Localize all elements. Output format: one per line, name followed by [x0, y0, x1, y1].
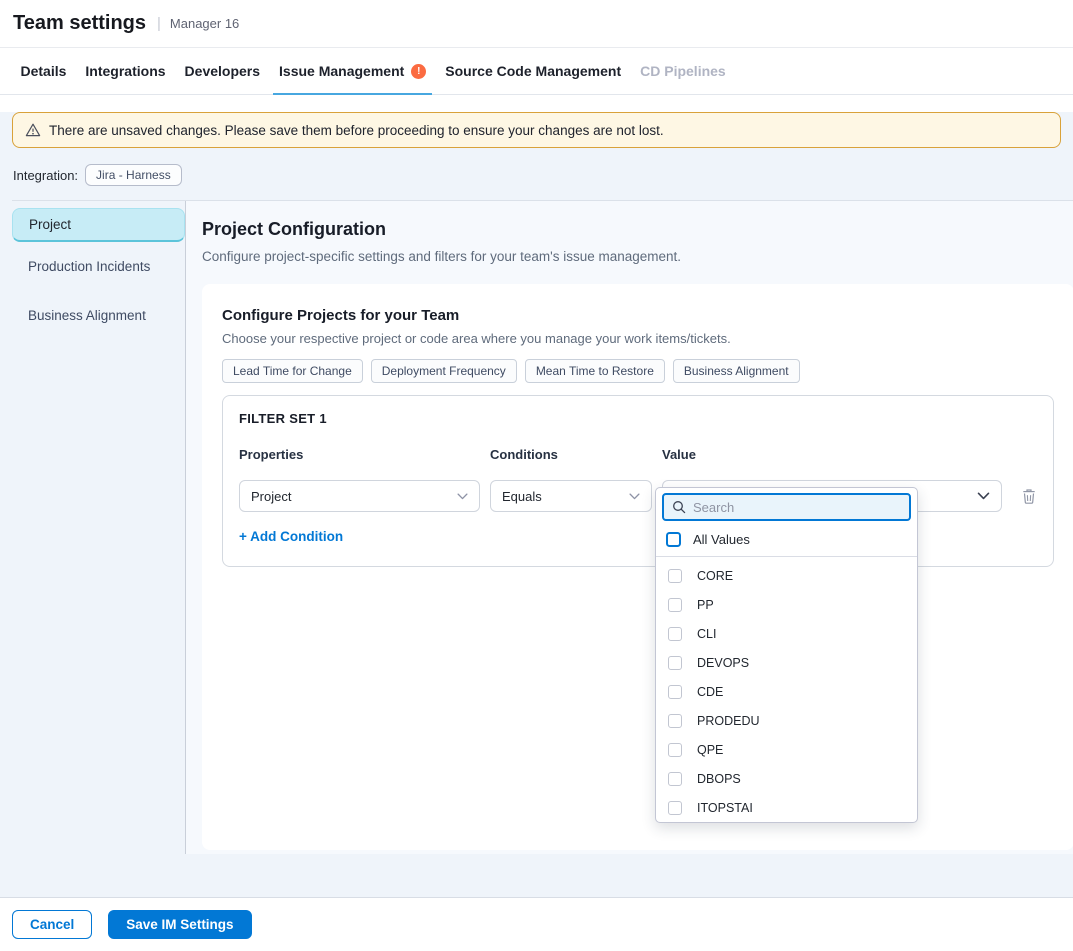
option-checkbox[interactable] — [668, 772, 682, 786]
tab-developers[interactable]: Developers — [179, 48, 266, 94]
filter-column-headers: Properties Conditions Value — [239, 447, 1037, 462]
warning-message: There are unsaved changes. Please save t… — [49, 123, 664, 138]
option-qpe[interactable]: QPE — [656, 735, 917, 764]
configure-projects-card: Configure Projects for your Team Choose … — [202, 284, 1073, 850]
option-checkbox[interactable] — [668, 714, 682, 728]
option-pipe[interactable]: PIPE — [656, 822, 917, 823]
unsaved-changes-banner: There are unsaved changes. Please save t… — [12, 112, 1061, 148]
column-header-value: Value — [662, 447, 1002, 462]
option-prodedu[interactable]: PRODEDU — [656, 706, 917, 735]
sidebar-item-production-incidents[interactable]: Production Incidents — [12, 242, 185, 291]
tab-issue-management[interactable]: Issue Management ! — [273, 48, 432, 94]
option-all-values[interactable]: All Values — [656, 526, 917, 557]
integration-label: Integration: — [13, 168, 78, 183]
section-title: Project Configuration — [202, 219, 1073, 240]
card-subtitle: Choose your respective project or code a… — [222, 331, 1054, 346]
value-dropdown-panel: All Values CORE PP CLI DEVOPS CDE PRODED… — [655, 487, 918, 823]
option-checkbox[interactable] — [668, 656, 682, 670]
conditions-select[interactable]: Equals — [490, 480, 652, 512]
option-cde[interactable]: CDE — [656, 677, 917, 706]
cancel-button[interactable]: Cancel — [12, 910, 92, 939]
main-panel: Project Configuration Configure project-… — [186, 201, 1073, 854]
integration-chip[interactable]: Jira - Harness — [85, 164, 182, 186]
properties-select[interactable]: Project — [239, 480, 480, 512]
option-itopstai[interactable]: ITOPSTAI — [656, 793, 917, 822]
all-values-checkbox[interactable] — [666, 532, 681, 547]
chevron-down-icon — [629, 493, 640, 500]
metric-chips-row: Lead Time for Change Deployment Frequenc… — [222, 359, 1054, 383]
chip-business-alignment[interactable]: Business Alignment — [673, 359, 800, 383]
dropdown-search-box — [662, 493, 911, 521]
warning-icon — [25, 122, 41, 138]
tab-source-code-management[interactable]: Source Code Management — [439, 48, 627, 94]
filter-set-title: FILTER SET 1 — [239, 411, 1037, 426]
tab-cd-pipelines[interactable]: CD Pipelines — [634, 48, 732, 94]
option-checkbox[interactable] — [668, 685, 682, 699]
save-im-settings-button[interactable]: Save IM Settings — [108, 910, 251, 939]
trash-icon — [1021, 488, 1037, 505]
settings-sidebar: Project Production Incidents Business Al… — [12, 201, 186, 854]
chevron-down-icon — [977, 492, 990, 500]
sidebar-item-project[interactable]: Project — [12, 208, 185, 242]
card-title: Configure Projects for your Team — [222, 307, 1054, 324]
dropdown-options-list: CORE PP CLI DEVOPS CDE PRODEDU QPE DBOPS… — [656, 557, 917, 823]
option-pp[interactable]: PP — [656, 590, 917, 619]
tab-integrations[interactable]: Integrations — [79, 48, 171, 94]
add-condition-button[interactable]: + Add Condition — [239, 529, 343, 544]
chevron-down-icon — [457, 493, 468, 500]
tab-details[interactable]: Details — [15, 48, 73, 94]
option-checkbox[interactable] — [668, 598, 682, 612]
unsaved-alert-badge: ! — [411, 64, 426, 79]
search-icon — [672, 500, 686, 514]
filter-set-1: FILTER SET 1 Properties Conditions Value… — [222, 395, 1054, 567]
delete-condition-button[interactable] — [1021, 488, 1037, 505]
option-core[interactable]: CORE — [656, 561, 917, 590]
option-checkbox[interactable] — [668, 627, 682, 641]
chip-lead-time-for-change[interactable]: Lead Time for Change — [222, 359, 363, 383]
tab-bar: Details Integrations Developers Issue Ma… — [0, 48, 1073, 95]
chip-mean-time-to-restore[interactable]: Mean Time to Restore — [525, 359, 665, 383]
column-header-conditions: Conditions — [490, 447, 662, 462]
footer-action-bar: Cancel Save IM Settings — [0, 897, 1073, 951]
team-name: Manager 16 — [170, 16, 239, 31]
dropdown-search-input[interactable] — [693, 500, 901, 515]
chip-deployment-frequency[interactable]: Deployment Frequency — [371, 359, 517, 383]
page-title: Team settings — [13, 12, 146, 35]
option-cli[interactable]: CLI — [656, 619, 917, 648]
option-checkbox[interactable] — [668, 569, 682, 583]
title-separator: | — [157, 15, 161, 32]
option-checkbox[interactable] — [668, 743, 682, 757]
option-checkbox[interactable] — [668, 801, 682, 815]
option-dbops[interactable]: DBOPS — [656, 764, 917, 793]
sidebar-item-business-alignment[interactable]: Business Alignment — [12, 291, 185, 340]
section-subtitle: Configure project-specific settings and … — [202, 249, 1073, 264]
page-header: Team settings | Manager 16 — [0, 0, 1073, 48]
option-devops[interactable]: DEVOPS — [656, 648, 917, 677]
integration-row: Integration: Jira - Harness — [13, 163, 1073, 187]
column-header-properties: Properties — [239, 447, 490, 462]
